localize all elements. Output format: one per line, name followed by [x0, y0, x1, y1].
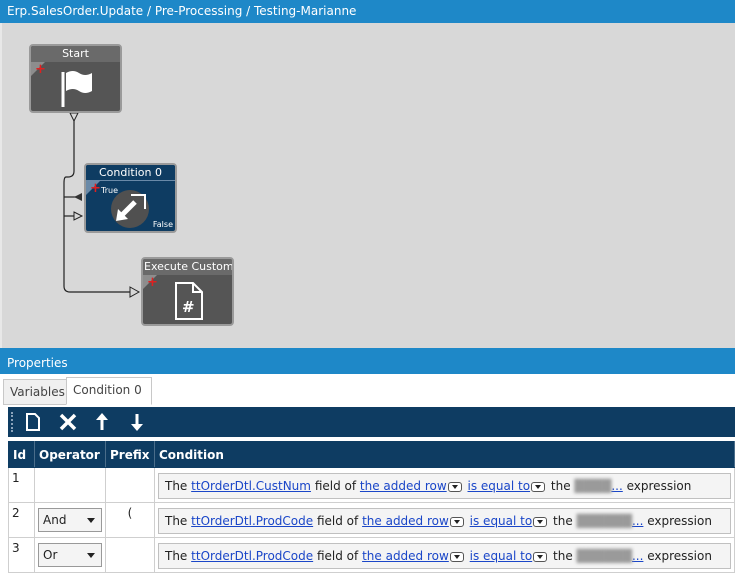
row-link[interactable]: the added row — [360, 479, 447, 493]
node-title: Start — [31, 46, 120, 62]
conditions-grid: Id Operator Prefix Condition 1 The ttOrd… — [8, 441, 735, 573]
dropdown-icon[interactable] — [447, 481, 462, 492]
expression-link[interactable]: ... — [632, 514, 643, 528]
grid-toolbar — [8, 407, 735, 437]
window-title: Erp.SalesOrder.Update / Pre-Processing /… — [0, 0, 735, 23]
table-row[interactable]: 3 Or The ttOrderDtl.ProdCode field of th… — [8, 537, 735, 573]
dropdown-icon[interactable] — [531, 481, 546, 492]
svg-text:#: # — [182, 298, 195, 316]
tab-variables[interactable]: Variables — [3, 379, 67, 405]
workflow-canvas[interactable]: Start + Condition 0 + True False Execute… — [0, 23, 735, 348]
start-node[interactable]: Start + — [29, 44, 122, 113]
field-link[interactable]: ttOrderDtl.ProdCode — [191, 549, 313, 563]
col-header-prefix[interactable]: Prefix — [105, 441, 155, 468]
row-prefix[interactable]: ( — [105, 502, 155, 538]
delete-icon[interactable] — [57, 412, 79, 432]
row-id: 1 — [8, 467, 35, 503]
dropdown-icon[interactable] — [533, 516, 548, 527]
flag-icon — [61, 71, 92, 107]
row-id: 2 — [8, 502, 35, 538]
operator-link[interactable]: is equal to — [468, 479, 531, 493]
field-link[interactable]: ttOrderDtl.CustNum — [191, 479, 311, 493]
row-prefix — [105, 467, 155, 503]
false-label: False — [152, 220, 173, 229]
col-header-condition[interactable]: Condition — [154, 441, 735, 468]
csharp-file-icon: # — [175, 282, 203, 320]
move-down-icon[interactable] — [126, 412, 148, 432]
expression-link[interactable]: ... — [632, 549, 643, 563]
add-icon[interactable]: + — [147, 276, 158, 289]
new-icon[interactable] — [22, 412, 44, 432]
node-title: Condition 0 — [86, 165, 175, 181]
tab-condition-0[interactable]: Condition 0 — [66, 377, 152, 405]
field-link[interactable]: ttOrderDtl.ProdCode — [191, 514, 313, 528]
node-title: Execute Custom Co — [143, 259, 232, 275]
table-row[interactable]: 1 The ttOrderDtl.CustNum field of the ad… — [8, 467, 735, 503]
move-up-icon[interactable] — [91, 412, 113, 432]
operator-select[interactable]: Or — [38, 543, 102, 567]
properties-title: Properties — [0, 352, 735, 374]
expression-link[interactable]: ... — [611, 479, 622, 493]
dropdown-icon[interactable] — [449, 551, 464, 562]
chevron-down-icon — [87, 518, 95, 523]
condition-expression: The ttOrderDtl.ProdCode field of the add… — [158, 508, 731, 534]
operator-select[interactable]: And — [38, 508, 102, 532]
row-link[interactable]: the added row — [362, 549, 449, 563]
dropdown-icon[interactable] — [533, 551, 548, 562]
chevron-down-icon — [87, 553, 95, 558]
row-id: 3 — [8, 537, 35, 573]
add-icon[interactable]: + — [35, 63, 46, 76]
col-header-operator[interactable]: Operator — [34, 441, 106, 468]
condition-node[interactable]: Condition 0 + True False — [84, 163, 177, 233]
exit-arrow-icon — [111, 190, 149, 228]
row-operator — [34, 467, 106, 503]
row-link[interactable]: the added row — [362, 514, 449, 528]
condition-expression: The ttOrderDtl.ProdCode field of the add… — [158, 543, 731, 569]
row-prefix[interactable] — [105, 537, 155, 573]
operator-link[interactable]: is equal to — [470, 549, 533, 563]
operator-link[interactable]: is equal to — [470, 514, 533, 528]
col-header-id[interactable]: Id — [8, 441, 35, 468]
execute-custom-code-node[interactable]: Execute Custom Co + # — [141, 257, 234, 326]
add-icon[interactable]: + — [90, 182, 101, 195]
dropdown-icon[interactable] — [449, 516, 464, 527]
table-row[interactable]: 2 And ( The ttOrderDtl.ProdCode field of… — [8, 502, 735, 538]
condition-expression: The ttOrderDtl.CustNum field of the adde… — [158, 473, 731, 499]
